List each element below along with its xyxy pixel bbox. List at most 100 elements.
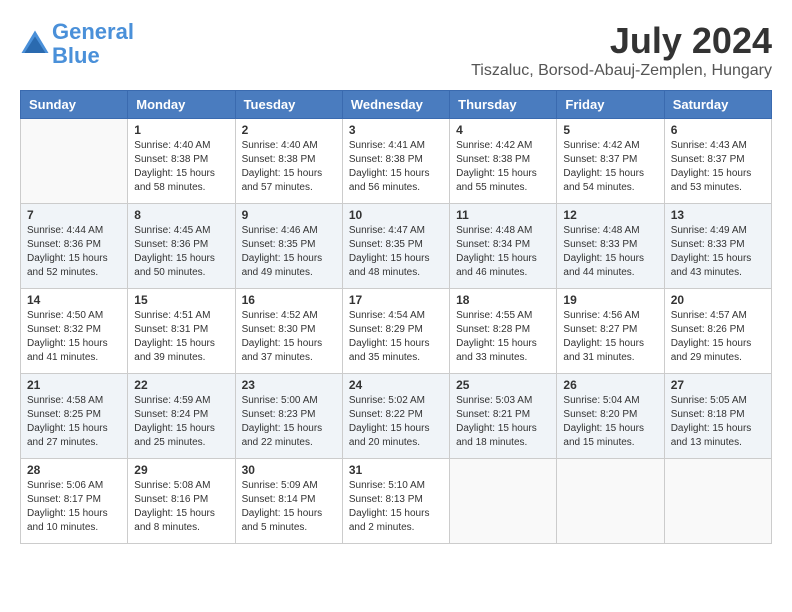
day-number: 8 bbox=[134, 208, 228, 222]
month-title: July 2024 bbox=[471, 20, 772, 62]
calendar-day-cell: 10Sunrise: 4:47 AMSunset: 8:35 PMDayligh… bbox=[342, 204, 449, 289]
day-number: 30 bbox=[242, 463, 336, 477]
day-info: Sunrise: 4:40 AMSunset: 8:38 PMDaylight:… bbox=[242, 139, 336, 195]
calendar-week-row: 14 Sunrise: 4:50 AMSunset: 8:32 PMDayligh… bbox=[21, 289, 772, 374]
calendar-day-cell: 29 Sunrise: 5:08 AMSunset: 8:16 PMDayligh… bbox=[128, 459, 235, 544]
calendar-day-cell: 5 Sunrise: 4:42 AMSunset: 8:37 PMDaylight… bbox=[557, 119, 664, 204]
day-info: Sunrise: 4:43 AMSunset: 8:37 PMDaylight:… bbox=[671, 139, 765, 195]
day-number: 24 bbox=[349, 378, 443, 392]
calendar-day-cell: 12Sunrise: 4:48 AMSunset: 8:33 PMDayligh… bbox=[557, 204, 664, 289]
calendar-day-cell: 2 Sunrise: 4:40 AMSunset: 8:38 PMDaylight… bbox=[235, 119, 342, 204]
logo-icon bbox=[20, 29, 50, 59]
calendar-day-cell: 6 Sunrise: 4:43 AMSunset: 8:37 PMDaylight… bbox=[664, 119, 771, 204]
day-number: 3 bbox=[349, 123, 443, 137]
day-info: Sunrise: 4:42 AMSunset: 8:38 PMDaylight:… bbox=[456, 139, 550, 195]
calendar-day-cell: 25Sunrise: 5:03 AMSunset: 8:21 PMDayligh… bbox=[450, 374, 557, 459]
weekday-header: Monday bbox=[128, 91, 235, 119]
day-number: 14 bbox=[27, 293, 121, 307]
calendar-week-row: 21 Sunrise: 4:58 AMSunset: 8:25 PMDayligh… bbox=[21, 374, 772, 459]
calendar-day-cell: 1 Sunrise: 4:40 AMSunset: 8:38 PMDaylight… bbox=[128, 119, 235, 204]
day-info: Sunrise: 4:42 AMSunset: 8:37 PMDaylight:… bbox=[563, 139, 657, 195]
calendar-table: SundayMondayTuesdayWednesdayThursdayFrid… bbox=[20, 90, 772, 544]
day-number: 23 bbox=[242, 378, 336, 392]
day-number: 13 bbox=[671, 208, 765, 222]
day-number: 9 bbox=[242, 208, 336, 222]
day-info: Sunrise: 4:40 AMSunset: 8:38 PMDaylight:… bbox=[134, 139, 228, 195]
calendar-day-cell: 30 Sunrise: 5:09 AMSunset: 8:14 PMDayligh… bbox=[235, 459, 342, 544]
day-number: 21 bbox=[27, 378, 121, 392]
day-info: Sunrise: 5:02 AMSunset: 8:22 PMDaylight:… bbox=[349, 394, 443, 450]
calendar-day-cell: 14 Sunrise: 4:50 AMSunset: 8:32 PMDayligh… bbox=[21, 289, 128, 374]
calendar-day-cell: 18 Sunrise: 4:55 AMSunset: 8:28 PMDayligh… bbox=[450, 289, 557, 374]
day-info: Sunrise: 5:04 AMSunset: 8:20 PMDaylight:… bbox=[563, 394, 657, 450]
calendar-day-cell bbox=[21, 119, 128, 204]
day-info: Sunrise: 4:45 AMSunset: 8:36 PMDaylight:… bbox=[134, 224, 228, 280]
calendar-day-cell: 17 Sunrise: 4:54 AMSunset: 8:29 PMDayligh… bbox=[342, 289, 449, 374]
day-info: Sunrise: 5:00 AMSunset: 8:23 PMDaylight:… bbox=[242, 394, 336, 450]
day-info: Sunrise: 4:59 AMSunset: 8:24 PMDaylight:… bbox=[134, 394, 228, 450]
day-number: 19 bbox=[563, 293, 657, 307]
calendar-day-cell: 15Sunrise: 4:51 AMSunset: 8:31 PMDayligh… bbox=[128, 289, 235, 374]
day-info: Sunrise: 4:41 AMSunset: 8:38 PMDaylight:… bbox=[349, 139, 443, 195]
calendar-header-row: SundayMondayTuesdayWednesdayThursdayFrid… bbox=[21, 91, 772, 119]
weekday-header: Thursday bbox=[450, 91, 557, 119]
day-info: Sunrise: 4:49 AMSunset: 8:33 PMDaylight:… bbox=[671, 224, 765, 280]
calendar-day-cell bbox=[664, 459, 771, 544]
location: Tiszaluc, Borsod-Abauj-Zemplen, Hungary bbox=[471, 62, 772, 80]
day-info: Sunrise: 4:55 AMSunset: 8:28 PMDaylight:… bbox=[456, 309, 550, 365]
calendar-day-cell: 26 Sunrise: 5:04 AMSunset: 8:20 PMDayligh… bbox=[557, 374, 664, 459]
day-number: 28 bbox=[27, 463, 121, 477]
day-info: Sunrise: 4:48 AMSunset: 8:34 PMDaylight:… bbox=[456, 224, 550, 280]
day-number: 22 bbox=[134, 378, 228, 392]
day-number: 2 bbox=[242, 123, 336, 137]
day-info: Sunrise: 4:47 AMSunset: 8:35 PMDaylight:… bbox=[349, 224, 443, 280]
calendar-day-cell: 28 Sunrise: 5:06 AMSunset: 8:17 PMDayligh… bbox=[21, 459, 128, 544]
calendar-week-row: 28 Sunrise: 5:06 AMSunset: 8:17 PMDayligh… bbox=[21, 459, 772, 544]
weekday-header: Sunday bbox=[21, 91, 128, 119]
calendar-day-cell: 27 Sunrise: 5:05 AMSunset: 8:18 PMDayligh… bbox=[664, 374, 771, 459]
day-number: 6 bbox=[671, 123, 765, 137]
day-info: Sunrise: 4:52 AMSunset: 8:30 PMDaylight:… bbox=[242, 309, 336, 365]
day-number: 18 bbox=[456, 293, 550, 307]
day-number: 29 bbox=[134, 463, 228, 477]
weekday-header: Friday bbox=[557, 91, 664, 119]
day-info: Sunrise: 4:44 AMSunset: 8:36 PMDaylight:… bbox=[27, 224, 121, 280]
day-number: 25 bbox=[456, 378, 550, 392]
day-info: Sunrise: 5:08 AMSunset: 8:16 PMDaylight:… bbox=[134, 479, 228, 535]
day-number: 16 bbox=[242, 293, 336, 307]
day-number: 4 bbox=[456, 123, 550, 137]
day-info: Sunrise: 4:58 AMSunset: 8:25 PMDaylight:… bbox=[27, 394, 121, 450]
page-header: General Blue July 2024 Tiszaluc, Borsod-… bbox=[20, 20, 772, 80]
calendar-day-cell: 3 Sunrise: 4:41 AMSunset: 8:38 PMDaylight… bbox=[342, 119, 449, 204]
day-number: 1 bbox=[134, 123, 228, 137]
calendar-day-cell bbox=[450, 459, 557, 544]
calendar-day-cell: 21 Sunrise: 4:58 AMSunset: 8:25 PMDayligh… bbox=[21, 374, 128, 459]
day-info: Sunrise: 5:09 AMSunset: 8:14 PMDaylight:… bbox=[242, 479, 336, 535]
calendar-day-cell: 13 Sunrise: 4:49 AMSunset: 8:33 PMDayligh… bbox=[664, 204, 771, 289]
day-number: 7 bbox=[27, 208, 121, 222]
title-section: July 2024 Tiszaluc, Borsod-Abauj-Zemplen… bbox=[471, 20, 772, 80]
day-info: Sunrise: 4:50 AMSunset: 8:32 PMDaylight:… bbox=[27, 309, 121, 365]
calendar-day-cell: 9 Sunrise: 4:46 AMSunset: 8:35 PMDaylight… bbox=[235, 204, 342, 289]
day-number: 26 bbox=[563, 378, 657, 392]
calendar-day-cell: 11Sunrise: 4:48 AMSunset: 8:34 PMDayligh… bbox=[450, 204, 557, 289]
logo: General Blue bbox=[20, 20, 134, 68]
calendar-day-cell: 20Sunrise: 4:57 AMSunset: 8:26 PMDayligh… bbox=[664, 289, 771, 374]
weekday-header: Tuesday bbox=[235, 91, 342, 119]
day-number: 17 bbox=[349, 293, 443, 307]
day-number: 5 bbox=[563, 123, 657, 137]
day-number: 20 bbox=[671, 293, 765, 307]
day-info: Sunrise: 5:10 AMSunset: 8:13 PMDaylight:… bbox=[349, 479, 443, 535]
calendar-week-row: 1 Sunrise: 4:40 AMSunset: 8:38 PMDaylight… bbox=[21, 119, 772, 204]
day-number: 12 bbox=[563, 208, 657, 222]
day-info: Sunrise: 4:51 AMSunset: 8:31 PMDaylight:… bbox=[134, 309, 228, 365]
day-info: Sunrise: 5:05 AMSunset: 8:18 PMDaylight:… bbox=[671, 394, 765, 450]
day-info: Sunrise: 4:54 AMSunset: 8:29 PMDaylight:… bbox=[349, 309, 443, 365]
day-info: Sunrise: 4:46 AMSunset: 8:35 PMDaylight:… bbox=[242, 224, 336, 280]
day-number: 27 bbox=[671, 378, 765, 392]
calendar-week-row: 7 Sunrise: 4:44 AMSunset: 8:36 PMDaylight… bbox=[21, 204, 772, 289]
calendar-day-cell: 4 Sunrise: 4:42 AMSunset: 8:38 PMDaylight… bbox=[450, 119, 557, 204]
calendar-day-cell bbox=[557, 459, 664, 544]
calendar-day-cell: 8 Sunrise: 4:45 AMSunset: 8:36 PMDaylight… bbox=[128, 204, 235, 289]
day-info: Sunrise: 5:06 AMSunset: 8:17 PMDaylight:… bbox=[27, 479, 121, 535]
